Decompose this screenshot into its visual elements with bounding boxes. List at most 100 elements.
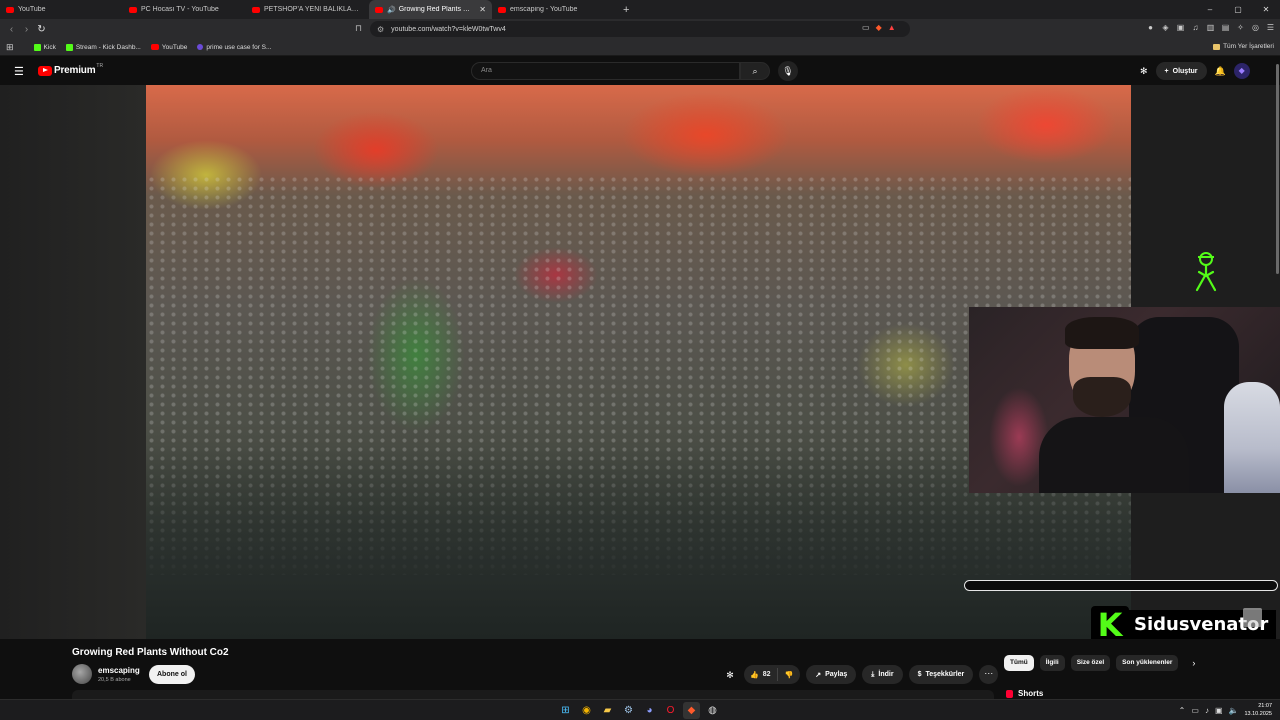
apps-grid-icon[interactable]: ⊞ bbox=[6, 42, 14, 53]
account-avatar[interactable]: ◆ bbox=[1233, 63, 1250, 79]
bookmark-kick-dashboard[interactable]: Stream - Kick Dashb... bbox=[65, 43, 141, 51]
channel-avatar[interactable] bbox=[72, 664, 92, 684]
new-tab-button[interactable]: + bbox=[615, 4, 637, 16]
header-actions: ✻ + Oluştur 🔔 ◆ bbox=[1140, 62, 1250, 80]
youtube-favicon-icon bbox=[129, 6, 137, 13]
channel-name[interactable]: emscaping bbox=[98, 666, 140, 675]
plus-icon: + bbox=[1164, 67, 1169, 75]
page-scrollbar[interactable] bbox=[1276, 64, 1279, 274]
create-button[interactable]: + Oluştur bbox=[1155, 62, 1207, 80]
brave-shields-icon[interactable]: ◆ bbox=[876, 23, 882, 32]
like-button[interactable]: 👍 82 bbox=[744, 668, 778, 681]
tab-growing-red-plants[interactable]: 🔊 Growing Red Plants Without ✕ bbox=[369, 0, 492, 19]
extension-icon[interactable]: ● bbox=[1145, 22, 1156, 33]
shorts-icon bbox=[1006, 689, 1013, 698]
chip-recently-uploaded[interactable]: Son yüklenenler bbox=[1116, 655, 1179, 671]
youtube-header: ☰ Premium TR Ara ⌕ 🎙 ✻ + Oluştur 🔔 ◆ bbox=[0, 57, 1280, 85]
screen: YouTube PC Hocası TV - YouTube PETSHOP'A… bbox=[0, 0, 1280, 720]
folder-icon bbox=[1213, 43, 1221, 50]
chevron-up-icon[interactable]: ⌃ bbox=[1179, 706, 1186, 715]
display-icon[interactable]: ▣ bbox=[1215, 706, 1223, 715]
url-field[interactable]: ⚙ youtube.com/watch?v=kleW0twTwv4 bbox=[370, 21, 910, 37]
all-bookmarks[interactable]: Tüm Yer İşaretleri bbox=[1213, 43, 1274, 50]
youtube-logo[interactable]: Premium TR bbox=[38, 63, 103, 76]
maximize-button[interactable]: ▢ bbox=[1224, 5, 1252, 14]
obs-icon[interactable]: ◍ bbox=[704, 702, 721, 719]
tab-pc-hocasi[interactable]: PC Hocası TV - YouTube bbox=[123, 0, 246, 19]
tab-emscaping[interactable]: emscaping - YouTube bbox=[492, 0, 615, 19]
chip-all[interactable]: Tümü bbox=[1004, 655, 1034, 671]
player-corner-icon[interactable] bbox=[1243, 608, 1262, 627]
tab-petshop[interactable]: PETSHOP'A YENİ BALIKLAR GELDİ | S bbox=[246, 0, 369, 19]
windows-start-icon[interactable]: ⊞ bbox=[557, 702, 574, 719]
steam-icon[interactable]: ⚙ bbox=[620, 702, 637, 719]
chrome-icon[interactable]: ◉ bbox=[578, 702, 595, 719]
minimize-button[interactable]: – bbox=[1196, 5, 1224, 14]
file-explorer-icon[interactable]: ▰ bbox=[599, 702, 616, 719]
thanks-button[interactable]: $ Teşekkürler bbox=[908, 665, 974, 684]
sidebar-icon[interactable]: ▥ bbox=[1205, 22, 1216, 33]
media-icon[interactable]: ♫ bbox=[1190, 22, 1201, 33]
menu-icon[interactable]: ☰ bbox=[1265, 22, 1276, 33]
dislike-button[interactable]: 👎 bbox=[778, 671, 801, 679]
tab-youtube[interactable]: YouTube bbox=[0, 0, 123, 19]
network-icon[interactable]: ▭ bbox=[1191, 706, 1199, 715]
bookmark-prime[interactable]: prime use case for S... bbox=[197, 44, 271, 51]
create-label: Oluştur bbox=[1172, 67, 1198, 75]
bookmarks-bar: ⊞ Kick Stream - Kick Dashb... YouTube pr… bbox=[0, 39, 1280, 56]
close-window-button[interactable]: ✕ bbox=[1252, 5, 1280, 14]
vpn-icon[interactable]: ◎ bbox=[1250, 22, 1261, 33]
puzzle-icon[interactable]: ◈ bbox=[1160, 22, 1171, 33]
wallet-icon[interactable]: ▤ bbox=[1220, 22, 1231, 33]
search-icon: ⌕ bbox=[752, 66, 758, 76]
discord-icon[interactable]: ◕ bbox=[641, 702, 658, 719]
kick-icon bbox=[65, 43, 73, 51]
clock[interactable]: 21:07 13.10.2025 bbox=[1244, 702, 1272, 718]
like-dislike-group: 👍 82 👎 bbox=[744, 665, 801, 684]
site-info-icon[interactable]: ⚙ bbox=[377, 25, 384, 34]
webcam-frame-bar bbox=[964, 580, 1278, 591]
volume-icon[interactable]: 🔈 bbox=[1229, 706, 1239, 715]
leo-icon[interactable]: ✧ bbox=[1235, 22, 1246, 33]
tab-label: PC Hocası TV - YouTube bbox=[141, 6, 219, 13]
subscriber-count: 20,5 B abone bbox=[98, 677, 131, 683]
download-button[interactable]: ⤓ İndir bbox=[862, 665, 903, 684]
brave-icon[interactable]: ◆ bbox=[683, 702, 700, 719]
voice-search-button[interactable]: 🎙 bbox=[778, 61, 798, 81]
bookmark-youtube[interactable]: YouTube bbox=[150, 43, 188, 51]
bookmark-label: YouTube bbox=[161, 43, 188, 51]
mic-icon[interactable]: ♪ bbox=[1205, 706, 1209, 715]
search-button[interactable]: ⌕ bbox=[740, 62, 770, 80]
notifications-bell-icon[interactable]: 🔔 bbox=[1215, 66, 1226, 77]
share-button[interactable]: ↗ Paylaş bbox=[806, 665, 857, 684]
bookmark-icon[interactable]: ⊓ bbox=[355, 23, 362, 34]
opera-icon[interactable]: O bbox=[662, 702, 679, 719]
toolbar-icons: ● ◈ ▣ ♫ ▥ ▤ ✧ ◎ ☰ bbox=[1145, 22, 1276, 33]
video-player[interactable]: K Sidusvenator bbox=[0, 85, 1280, 644]
download-icon: ⤓ bbox=[871, 670, 875, 678]
reload-button[interactable]: ↻ bbox=[34, 24, 49, 35]
more-actions-button[interactable]: ⋯ bbox=[979, 665, 999, 684]
like-count: 82 bbox=[762, 671, 771, 678]
menu-icon[interactable]: ☰ bbox=[14, 65, 24, 78]
chip-related[interactable]: İlgili bbox=[1039, 655, 1065, 671]
search-input[interactable]: Ara bbox=[471, 62, 740, 80]
bookmark-kick[interactable]: Kick bbox=[33, 43, 56, 51]
streamer-webcam bbox=[969, 307, 1280, 493]
extension-gear-icon[interactable]: ✻ bbox=[722, 667, 738, 683]
screenshot-icon[interactable]: ▣ bbox=[1175, 22, 1186, 33]
extension-gear-icon[interactable]: ✻ bbox=[1140, 66, 1148, 77]
cast-icon[interactable]: ▭ bbox=[862, 23, 870, 32]
back-button[interactable]: ‹ bbox=[4, 24, 19, 35]
forward-button[interactable]: › bbox=[19, 24, 34, 35]
close-tab-icon[interactable]: ✕ bbox=[479, 5, 486, 14]
speaker-icon[interactable]: 🔊 bbox=[387, 6, 396, 14]
subscribe-button[interactable]: Abone ol bbox=[149, 665, 195, 684]
description-box[interactable] bbox=[72, 690, 994, 699]
brave-rewards-icon[interactable]: ▲ bbox=[888, 23, 896, 32]
chevron-right-icon[interactable]: › bbox=[1192, 658, 1195, 668]
clock-date: 13.10.2025 bbox=[1244, 711, 1272, 717]
chip-for-you[interactable]: Size özel bbox=[1070, 655, 1111, 671]
tab-label: Growing Red Plants Without bbox=[398, 6, 477, 13]
thumbs-up-icon: 👍 bbox=[750, 671, 759, 679]
